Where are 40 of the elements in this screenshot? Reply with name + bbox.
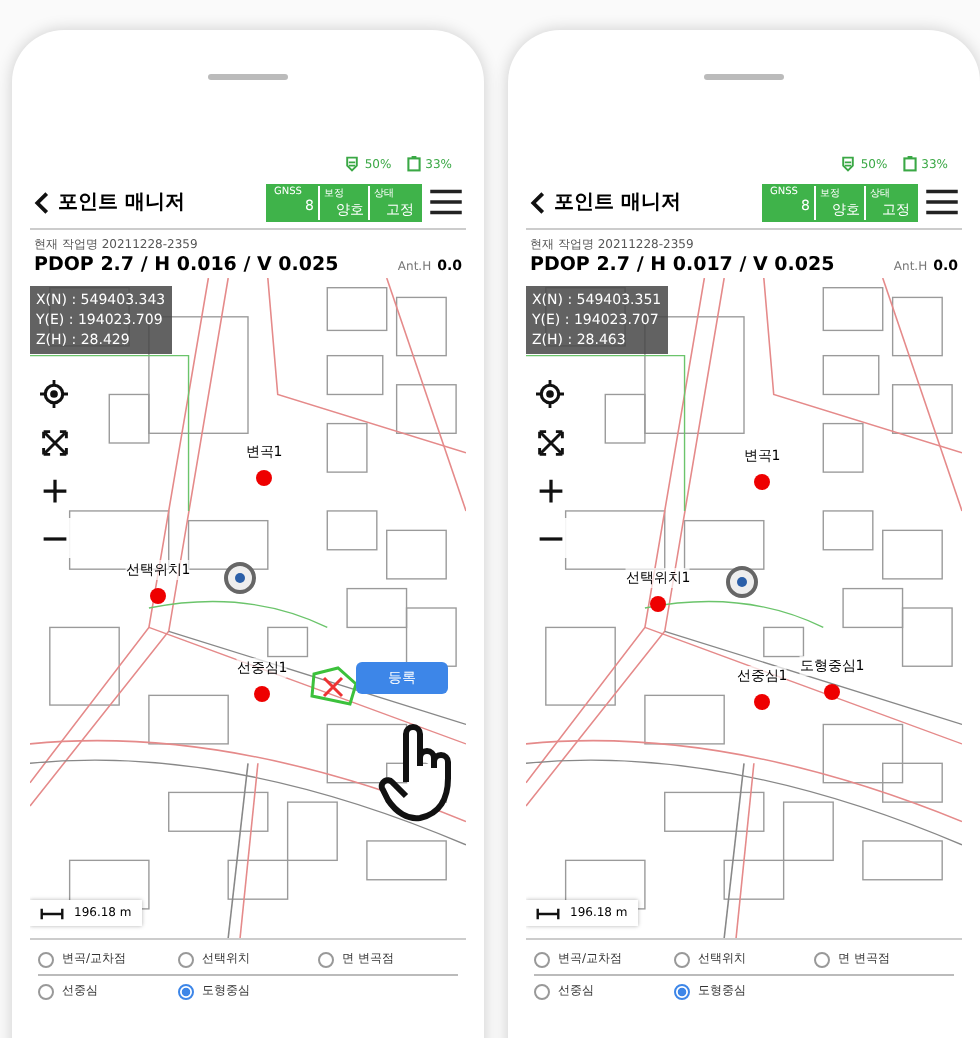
menu-icon[interactable] xyxy=(926,188,958,216)
point-marker[interactable] xyxy=(754,694,770,710)
battery-icon xyxy=(901,156,918,172)
current-position-icon xyxy=(724,564,760,600)
radio-button[interactable] xyxy=(534,983,550,999)
radio-button[interactable] xyxy=(814,951,830,967)
crosshair-icon xyxy=(40,380,68,408)
radio-button[interactable] xyxy=(674,951,690,967)
plus-icon xyxy=(41,477,67,503)
selected-shape-drawing[interactable] xyxy=(306,666,358,706)
expand-arrows-icon xyxy=(41,429,67,455)
radio-button[interactable] xyxy=(534,951,550,967)
signal-shield-icon xyxy=(344,156,361,172)
screen-title: 포인트 매니저 xyxy=(554,190,683,216)
plus-icon xyxy=(537,477,563,503)
point-marker[interactable] xyxy=(150,588,166,604)
scale-icon xyxy=(536,907,560,919)
speaker-slot xyxy=(208,74,288,80)
point-marker[interactable] xyxy=(650,596,666,612)
point-marker[interactable] xyxy=(256,470,272,486)
screen-title: 포인트 매니저 xyxy=(58,190,187,216)
pdop-reading: PDOP 2.7 / H 0.017 / V 0.025 xyxy=(530,254,837,276)
point-marker[interactable] xyxy=(824,684,840,700)
crosshair-icon xyxy=(536,380,564,408)
radio-button[interactable] xyxy=(38,951,54,967)
speaker-slot xyxy=(704,74,784,80)
menu-icon[interactable] xyxy=(430,188,462,216)
radio-button[interactable] xyxy=(318,951,334,967)
point-marker[interactable] xyxy=(254,686,270,702)
pdop-reading: PDOP 2.7 / H 0.016 / V 0.025 xyxy=(34,254,341,276)
point-marker[interactable] xyxy=(754,474,770,490)
expand-arrows-icon xyxy=(537,429,563,455)
scale-icon xyxy=(40,907,64,919)
battery-icon xyxy=(405,156,422,172)
radio-button[interactable] xyxy=(674,983,690,999)
radio-button[interactable] xyxy=(38,983,54,999)
radio-button[interactable] xyxy=(178,951,194,967)
signal-shield-icon xyxy=(840,156,857,172)
current-position-icon xyxy=(222,560,258,596)
radio-button[interactable] xyxy=(178,983,194,999)
